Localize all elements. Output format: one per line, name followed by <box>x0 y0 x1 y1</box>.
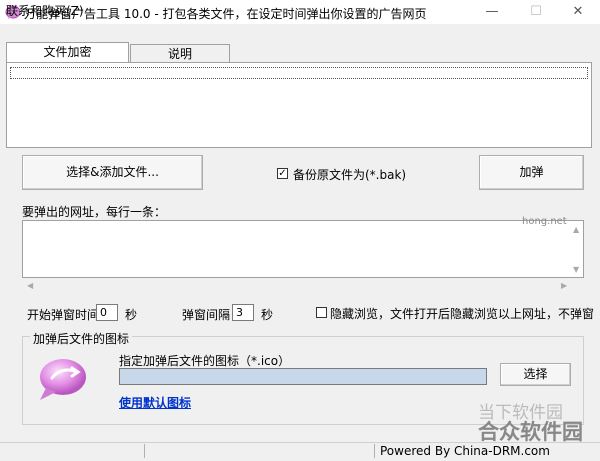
icon-group-title: 加弹后文件的图标 <box>30 330 133 347</box>
status-separator <box>374 444 375 458</box>
url-list-label: 要弹出的网址，每行一条： <box>22 205 167 219</box>
interval-label: 弹窗间隔 <box>182 308 231 322</box>
watermark-small-text: hong.net <box>522 216 567 227</box>
scroll-right-icon[interactable]: ▶ <box>561 281 567 290</box>
use-default-icon-link[interactable]: 使用默认图标 <box>119 394 191 411</box>
start-time-input[interactable]: 0 <box>96 304 118 321</box>
start-time-unit: 秒 <box>125 308 138 322</box>
list-focus-row <box>10 67 588 79</box>
backup-checkbox[interactable]: ✓ <box>277 168 288 179</box>
icon-path-input[interactable] <box>119 368 487 385</box>
scroll-down-icon[interactable]: ▼ <box>573 265 579 274</box>
hide-browse-label: 隐藏浏览，文件打开后隐藏浏览以上网址，不弹窗 <box>330 307 595 321</box>
close-button[interactable]: ✕ <box>556 0 600 24</box>
choose-icon-button[interactable]: 选择 <box>500 363 571 386</box>
encrypt-button[interactable]: 加弹 <box>479 155 584 190</box>
scroll-left-icon[interactable]: ◀ <box>27 281 33 290</box>
icon-path-label: 指定加弹后文件的图标（*.ico） <box>119 354 291 368</box>
interval-unit: 秒 <box>261 308 274 322</box>
minimize-button[interactable]: — <box>470 0 514 24</box>
window-title: 万能弹窗广告工具 10.0 - 打包各类文件，在设定时间弹出你设置的广告网页 <box>24 7 427 21</box>
file-list[interactable] <box>6 62 592 148</box>
maximize-button[interactable]: ☐ <box>514 0 558 24</box>
chat-bubble-icon <box>40 359 86 400</box>
scroll-up-icon[interactable]: ▲ <box>573 225 579 234</box>
backup-label: 备份原文件为(*.bak) <box>293 168 407 182</box>
start-time-label: 开始弹窗时间 <box>27 308 100 322</box>
url-textarea[interactable]: ▲ ▼ ◀ ▶ <box>22 220 584 290</box>
status-powered-by: Powered By China-DRM.com <box>380 444 550 458</box>
tab-help[interactable]: 说明 <box>130 44 230 62</box>
menu-contact-purchase[interactable]: 联系和购买(Z) <box>6 2 84 19</box>
hide-browse-checkbox[interactable] <box>316 307 327 318</box>
select-add-file-button[interactable]: 选择&添加文件... <box>22 155 203 190</box>
menu-bar <box>0 24 600 42</box>
interval-input[interactable]: 3 <box>232 304 254 321</box>
tab-file-encrypt[interactable]: 文件加密 <box>6 42 129 62</box>
status-separator <box>144 444 145 458</box>
